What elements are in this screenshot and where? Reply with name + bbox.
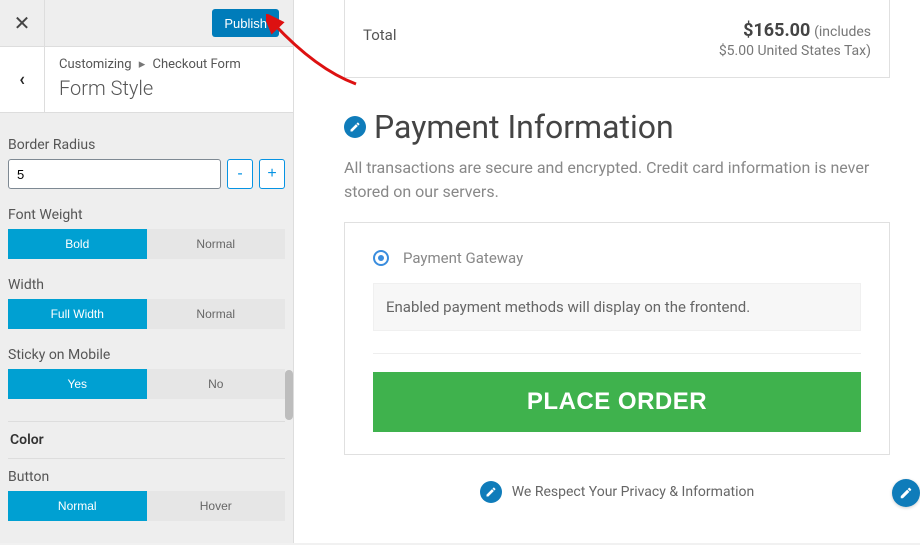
font-weight-label: Font Weight	[8, 207, 285, 223]
sticky-no[interactable]: No	[147, 369, 286, 399]
payment-box: Payment Gateway Enabled payment methods …	[344, 222, 890, 455]
panel-title: Form Style	[59, 76, 279, 100]
button-color-label: Button	[8, 469, 285, 485]
publish-button[interactable]: Publish	[212, 9, 279, 37]
color-group-heading: Color	[8, 421, 285, 459]
width-label: Width	[8, 277, 285, 293]
breadcrumb-content: Customizing ▸ Checkout Form Form Style	[45, 47, 293, 112]
button-state-hover[interactable]: Hover	[147, 491, 286, 521]
privacy-text: We Respect Your Privacy & Information	[512, 484, 755, 500]
width-full[interactable]: Full Width	[8, 299, 147, 329]
border-radius-decrement[interactable]: -	[227, 159, 253, 189]
total-amount-block: $165.00 (includes $5.00 United States Ta…	[719, 20, 871, 59]
breadcrumb-crumb: Checkout Form	[153, 57, 241, 72]
divider	[373, 353, 861, 354]
order-total-box: Total $165.00 (includes $5.00 United Sta…	[344, 0, 890, 78]
payment-heading-row: Payment Information	[344, 108, 890, 146]
pencil-icon	[899, 486, 913, 500]
width-toggle: Full Width Normal	[8, 299, 285, 329]
privacy-line: We Respect Your Privacy & Information	[344, 481, 890, 503]
header-spacer	[45, 0, 212, 46]
controls-panel: Border Radius - + Font Weight Bold Norma…	[0, 113, 293, 545]
border-radius-label: Border Radius	[8, 137, 285, 153]
payment-subtext: All transactions are secure and encrypte…	[344, 156, 890, 204]
floating-edit-button[interactable]	[892, 479, 920, 507]
edit-badge[interactable]	[344, 116, 366, 138]
pencil-icon	[485, 486, 497, 498]
border-radius-increment[interactable]: +	[259, 159, 285, 189]
sticky-label: Sticky on Mobile	[8, 347, 285, 363]
sticky-yes[interactable]: Yes	[8, 369, 147, 399]
font-weight-normal[interactable]: Normal	[147, 229, 286, 259]
total-tax-line: $5.00 United States Tax)	[719, 43, 871, 59]
scrollbar[interactable]	[285, 370, 293, 420]
payment-gateway-label: Payment Gateway	[403, 249, 523, 267]
place-order-button[interactable]: PLACE ORDER	[373, 372, 861, 432]
radio-icon	[373, 250, 389, 266]
button-state-toggle: Normal Hover	[8, 491, 285, 521]
border-radius-input[interactable]	[8, 159, 221, 189]
gateway-note: Enabled payment methods will display on …	[373, 283, 861, 331]
close-button[interactable]: ✕	[0, 0, 45, 46]
font-weight-bold[interactable]: Bold	[8, 229, 147, 259]
breadcrumb-sep-icon: ▸	[139, 57, 146, 72]
total-amount: $165.00	[743, 20, 810, 41]
total-label: Total	[363, 20, 397, 59]
breadcrumb-bar: ‹ Customizing ▸ Checkout Form Form Style	[0, 47, 293, 113]
sticky-toggle: Yes No	[8, 369, 285, 399]
border-radius-row: - +	[8, 159, 285, 189]
breadcrumb-root: Customizing	[59, 57, 132, 72]
sidebar-header: ✕ Publish	[0, 0, 293, 47]
breadcrumb: Customizing ▸ Checkout Form	[59, 57, 279, 72]
payment-heading: Payment Information	[374, 108, 674, 146]
payment-gateway-option[interactable]: Payment Gateway	[373, 249, 861, 267]
pencil-icon	[349, 121, 361, 133]
back-button[interactable]: ‹	[0, 47, 45, 112]
font-weight-toggle: Bold Normal	[8, 229, 285, 259]
privacy-edit-badge[interactable]	[480, 481, 502, 503]
width-normal[interactable]: Normal	[147, 299, 286, 329]
total-includes: (includes	[814, 24, 871, 40]
preview-pane: Total $165.00 (includes $5.00 United Sta…	[294, 0, 920, 543]
customizer-sidebar: ✕ Publish ‹ Customizing ▸ Checkout Form …	[0, 0, 294, 543]
button-state-normal[interactable]: Normal	[8, 491, 147, 521]
